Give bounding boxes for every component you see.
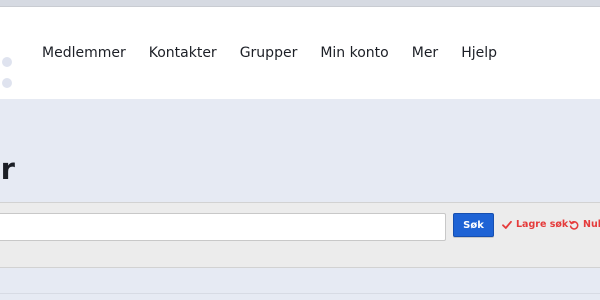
nav-item-mer[interactable]: Mer (412, 45, 438, 61)
bottom-divider (0, 293, 600, 294)
search-input[interactable] (0, 213, 446, 241)
checkmark-icon (502, 220, 512, 230)
reset-search-link[interactable]: Null (569, 219, 600, 230)
nav-item-grupper[interactable]: Grupper (240, 45, 298, 61)
nav-item-min-konto[interactable]: Min konto (320, 45, 388, 61)
save-search-link[interactable]: Lagre søk (502, 219, 568, 230)
nav-item-hjelp[interactable]: Hjelp (461, 45, 497, 61)
site-header: Medlemmer Kontakter Grupper Min konto Me… (0, 6, 600, 99)
search-bar: Søk Lagre søk Null (0, 202, 600, 268)
logo-dot (2, 78, 12, 88)
search-button[interactable]: Søk (453, 213, 494, 237)
save-search-label: Lagre søk (516, 219, 569, 230)
page-title: er (0, 152, 15, 187)
main-nav: Medlemmer Kontakter Grupper Min konto Me… (42, 43, 497, 63)
nav-item-medlemmer[interactable]: Medlemmer (42, 45, 126, 61)
content-area (0, 268, 600, 300)
reset-icon (569, 220, 579, 230)
logo-dot (2, 57, 12, 67)
nav-item-kontakter[interactable]: Kontakter (149, 45, 217, 61)
reset-search-label: Null (583, 219, 600, 230)
